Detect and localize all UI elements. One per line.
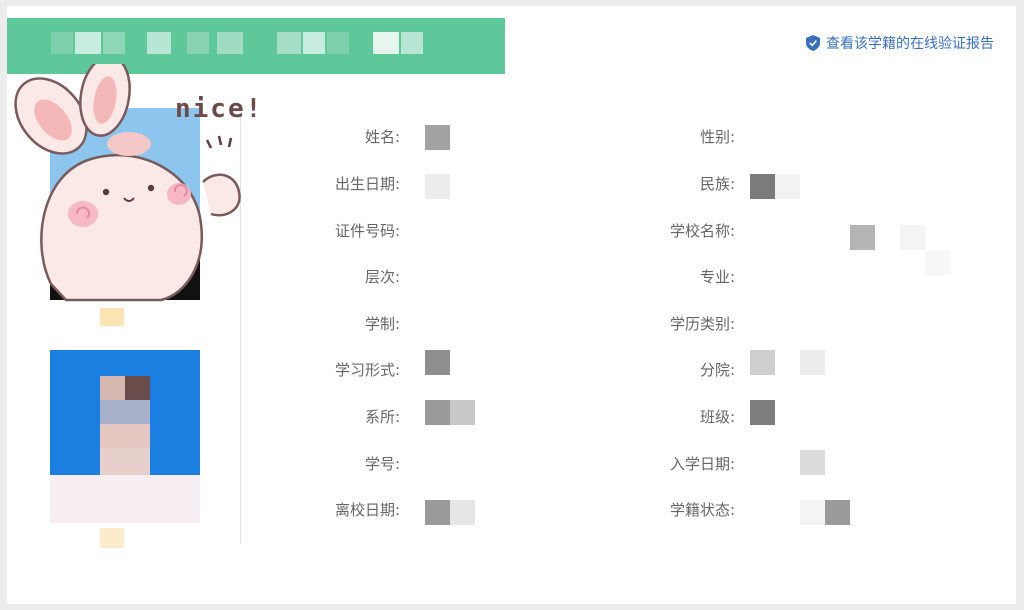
field-label-degree-type: 学历类别: xyxy=(669,315,735,333)
value-mosaic xyxy=(775,174,800,199)
value-mosaic xyxy=(900,225,925,250)
value-mosaic xyxy=(425,174,450,199)
sticker-text: nice! xyxy=(175,94,264,124)
field-label-gender: 性别: xyxy=(699,128,735,146)
value-mosaic xyxy=(425,125,450,150)
photo-2-caption-mosaic xyxy=(100,528,124,548)
field-label-class: 班级: xyxy=(699,408,735,426)
field-label-duration: 学制: xyxy=(364,315,400,333)
field-label-birthdate: 出生日期: xyxy=(334,175,400,193)
field-label-enroll-date: 入学日期: xyxy=(669,455,735,473)
value-mosaic xyxy=(800,450,825,475)
field-label-branch: 分院: xyxy=(699,361,735,379)
shield-check-icon xyxy=(806,35,820,51)
field-label-department: 系所: xyxy=(364,408,400,426)
photo-1-caption-mosaic xyxy=(100,308,124,326)
field-label-student-id: 学号: xyxy=(364,455,400,473)
verify-report-link-text: 查看该学籍的在线验证报告 xyxy=(826,36,994,52)
field-label-id-number: 证件号码: xyxy=(334,222,400,240)
field-label-school-name: 学校名称: xyxy=(669,222,735,240)
value-mosaic xyxy=(425,350,450,375)
field-label-leave-date: 离校日期: xyxy=(334,501,400,519)
field-label-level: 层次: xyxy=(364,268,400,286)
value-mosaic xyxy=(925,250,950,275)
value-mosaic xyxy=(450,500,475,525)
field-label-name: 姓名: xyxy=(364,128,400,146)
student-photo-2 xyxy=(50,350,200,475)
value-mosaic xyxy=(750,400,775,425)
value-mosaic xyxy=(825,500,850,525)
field-label-status: 学籍状态: xyxy=(669,501,735,519)
value-mosaic xyxy=(425,400,450,425)
photo-2-lower-mosaic xyxy=(50,475,200,523)
field-label-ethnicity: 民族: xyxy=(699,175,735,193)
field-label-major: 专业: xyxy=(699,268,735,286)
value-mosaic xyxy=(425,500,450,525)
value-mosaic xyxy=(750,350,775,375)
value-mosaic xyxy=(800,500,825,525)
value-mosaic xyxy=(800,350,825,375)
field-label-study-mode: 学习形式: xyxy=(334,361,400,379)
value-mosaic xyxy=(750,174,775,199)
value-mosaic xyxy=(450,400,475,425)
value-mosaic xyxy=(850,225,875,250)
student-record-card: 查看该学籍的在线验证报告 nice! 姓名: 出生日期: 证件号码: 层次: 学… xyxy=(7,6,1016,604)
verify-report-link[interactable]: 查看该学籍的在线验证报告 xyxy=(806,32,994,54)
